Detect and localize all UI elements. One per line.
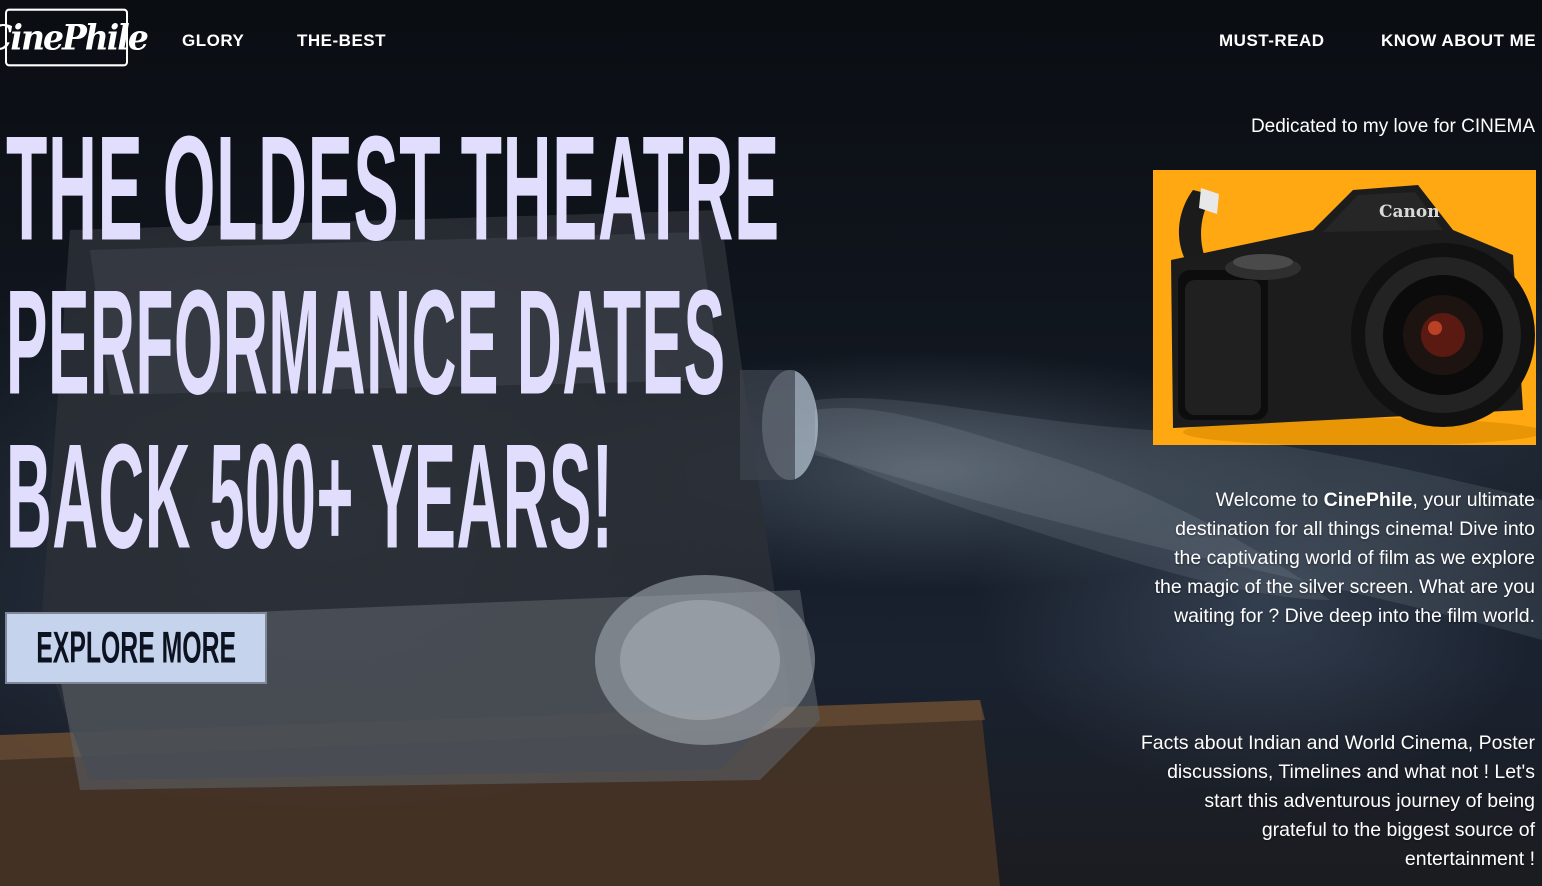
camera-illustration: Canon <box>1153 170 1536 445</box>
explore-more-label: EXPLORE MORE <box>36 622 236 673</box>
nav-link-must-read[interactable]: MUST-READ <box>1219 30 1325 52</box>
intro-brand: CinePhile <box>1323 489 1413 511</box>
intro-prefix: Welcome to <box>1215 489 1324 511</box>
site-logo[interactable]: CinePhile <box>0 8 149 67</box>
facts-paragraph: Facts about Indian and World Cinema, Pos… <box>1140 732 1535 870</box>
camera-image: Canon <box>1153 170 1536 445</box>
headline-line: BACK 500+ YEARS! <box>6 413 614 580</box>
hero-headline: THE OLDEST THEATRE PERFORMANCE DATES BAC… <box>6 105 779 579</box>
intro-paragraph: Welcome to CinePhile, your ultimate dest… <box>1150 486 1535 631</box>
nav-link-know-about-me[interactable]: KNOW ABOUT ME <box>1381 30 1536 52</box>
explore-more-button[interactable]: EXPLORE MORE <box>5 612 267 684</box>
nav-link-glory[interactable]: GLORY <box>182 30 244 52</box>
site-tagline: Dedicated to my love for CINEMA <box>1250 116 1535 137</box>
camera-brand-text: Canon <box>1379 202 1440 222</box>
nav-link-the-best[interactable]: THE-BEST <box>297 30 386 52</box>
